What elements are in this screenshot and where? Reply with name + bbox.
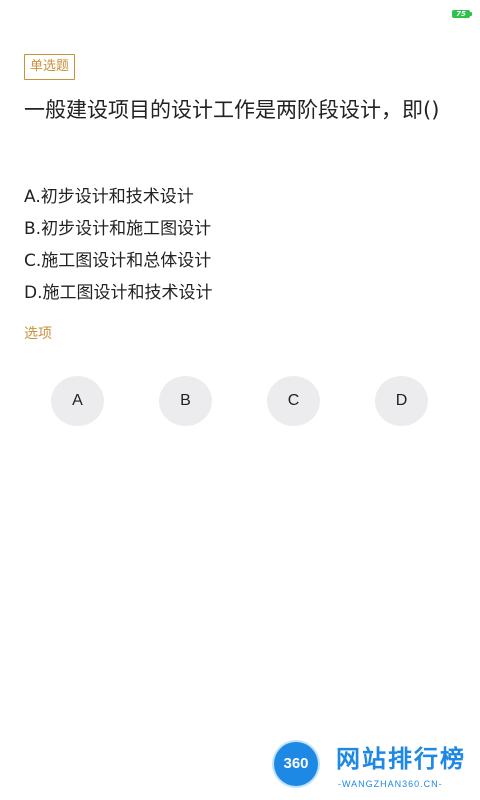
option-c-text: C.施工图设计和总体设计: [24, 251, 212, 271]
watermark-badge: 360: [274, 742, 318, 786]
choice-c-button[interactable]: C: [267, 376, 320, 426]
watermark-title: 网站排行榜: [336, 745, 466, 773]
status-bar: 75: [0, 0, 480, 28]
option-b-text: B.初步设计和施工图设计: [24, 219, 212, 239]
choice-b-button[interactable]: B: [159, 376, 212, 426]
choice-d-button[interactable]: D: [375, 376, 428, 426]
quiz-page: 75 单选题 一般建设项目的设计工作是两阶段设计，即() A.初步设计和技术设计…: [0, 0, 480, 800]
options-section-label: 选项: [24, 326, 52, 342]
watermark-logo: 360 网站排行榜 -WANGZHAN360.CN-: [268, 740, 478, 796]
option-a-text: A.初步设计和技术设计: [24, 187, 194, 207]
question-type-badge: 单选题: [24, 54, 76, 80]
battery-level: 75: [456, 10, 466, 18]
battery-icon: 75: [452, 10, 472, 18]
options-list: A.初步设计和技术设计 B.初步设计和施工图设计 C.施工图设计和总体设计 D.…: [24, 181, 454, 309]
option-d-text: D.施工图设计和技术设计: [24, 283, 213, 303]
question-text: 一般建设项目的设计工作是两阶段设计，即(): [24, 98, 440, 122]
watermark-subtitle: -WANGZHAN360.CN-: [338, 779, 443, 789]
choice-a-button[interactable]: A: [51, 376, 104, 426]
